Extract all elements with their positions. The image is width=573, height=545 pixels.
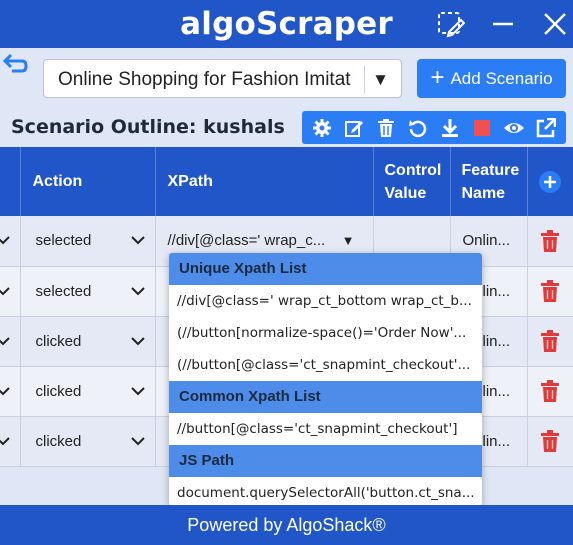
scenario-select[interactable]: Online Shopping for Fashion Imitat ▼: [43, 59, 402, 98]
scenario-select-value: Online Shopping for Fashion Imitat: [58, 69, 351, 90]
unique-xpath-item[interactable]: //div[@class=' wrap_ct_bottom wrap_ct_b.…: [169, 285, 482, 317]
delete-row-cell: [527, 416, 573, 467]
plus-icon: +: [430, 63, 445, 91]
chevron-down-icon: [130, 383, 145, 400]
minimize-icon[interactable]: [490, 10, 516, 38]
delete-row-icon[interactable]: [541, 280, 560, 302]
add-row-icon[interactable]: [538, 170, 562, 194]
table-header-control-value: Control Value: [373, 147, 451, 216]
caret-down-icon: ▼: [372, 70, 389, 89]
external-link-icon[interactable]: [535, 117, 557, 139]
stop-icon[interactable]: [471, 117, 493, 139]
app-title: algoScraper: [180, 6, 393, 42]
action-select[interactable]: selected: [20, 216, 156, 267]
close-icon[interactable]: [542, 10, 568, 38]
delete-icon[interactable]: [375, 117, 397, 139]
download-icon[interactable]: [439, 117, 461, 139]
action-value: clicked: [35, 432, 82, 450]
chevron-down-icon: [130, 283, 145, 300]
action-select[interactable]: clicked: [20, 416, 156, 467]
row-lead-select[interactable]: [0, 316, 21, 367]
chevron-down-icon: [0, 232, 10, 249]
delete-row-cell: [527, 366, 573, 417]
caret-down-icon: ▼: [341, 233, 355, 249]
delete-row-cell: [527, 266, 573, 317]
delete-row-cell: [527, 216, 573, 267]
delete-row-icon[interactable]: [541, 380, 560, 402]
delete-row-icon[interactable]: [541, 330, 560, 352]
action-value: clicked: [35, 382, 82, 400]
action-select[interactable]: selected: [20, 266, 156, 317]
feature-header-line-1: Feature: [461, 161, 520, 179]
table-header-add: [527, 147, 573, 216]
action-value: selected: [35, 282, 92, 300]
footer: Powered by AlgoShack®: [0, 505, 573, 545]
row-lead-select[interactable]: [0, 266, 21, 317]
control-header-line-1: Control: [384, 161, 442, 179]
unique-xpath-header: Unique Xpath List: [169, 253, 482, 285]
xpath-dropdown: Unique Xpath List //div[@class=' wrap_ct…: [169, 253, 482, 506]
row-lead-select[interactable]: [0, 366, 21, 417]
chevron-down-icon: [130, 433, 145, 450]
settings-icon[interactable]: [311, 117, 333, 139]
table-header-action: Action: [20, 147, 156, 216]
table-header-xpath: XPath: [155, 147, 374, 216]
unique-xpath-item[interactable]: (//button[@class='ct_snapmint_checkout'.…: [169, 349, 482, 381]
delete-row-cell: [527, 316, 573, 367]
js-path-item[interactable]: document.querySelectorAll('button.ct_sna…: [169, 477, 482, 506]
title-bar: algoScraper: [0, 0, 573, 48]
feature-header-line-2: Name: [461, 184, 506, 202]
select-divider: [364, 66, 365, 93]
row-lead-select[interactable]: [0, 216, 21, 267]
chevron-down-icon: [0, 283, 10, 300]
row-lead-select[interactable]: [0, 416, 21, 467]
xpath-value: //div[@class=' wrap_c...: [167, 232, 326, 250]
add-scenario-label: Add Scenario: [450, 68, 553, 88]
scenario-outline-title: Scenario Outline: kushals: [11, 116, 285, 138]
table-header-lead: [0, 147, 21, 216]
common-xpath-header: Common Xpath List: [169, 381, 482, 413]
chevron-down-icon: [0, 433, 10, 450]
add-scenario-button[interactable]: + Add Scenario: [417, 59, 566, 98]
delete-row-icon[interactable]: [541, 229, 560, 252]
refresh-icon[interactable]: [407, 117, 429, 139]
action-select[interactable]: clicked: [20, 316, 156, 367]
edit-icon[interactable]: [343, 117, 365, 139]
chevron-down-icon: [0, 333, 10, 350]
chevron-down-icon: [130, 232, 145, 249]
common-xpath-item[interactable]: //button[@class='ct_snapmint_checkout']: [169, 413, 482, 445]
table-header-row: Action XPath Control Value Feature Name: [0, 147, 573, 216]
action-value: clicked: [35, 332, 82, 350]
action-select[interactable]: clicked: [20, 366, 156, 417]
delete-row-icon[interactable]: [541, 430, 560, 452]
outline-toolbar: [302, 111, 566, 144]
action-value: selected: [35, 232, 92, 250]
chevron-down-icon: [0, 383, 10, 400]
control-header-line-2: Value: [384, 184, 427, 202]
undo-icon[interactable]: [2, 52, 28, 76]
unique-xpath-item[interactable]: (//button[normalize-space()='Order Now'.…: [169, 317, 482, 349]
pin-icon[interactable]: [436, 10, 466, 38]
view-icon[interactable]: [503, 117, 525, 139]
js-path-header: JS Path: [169, 445, 482, 477]
table-header-feature-name: Feature Name: [450, 147, 528, 216]
chevron-down-icon: [130, 333, 145, 350]
